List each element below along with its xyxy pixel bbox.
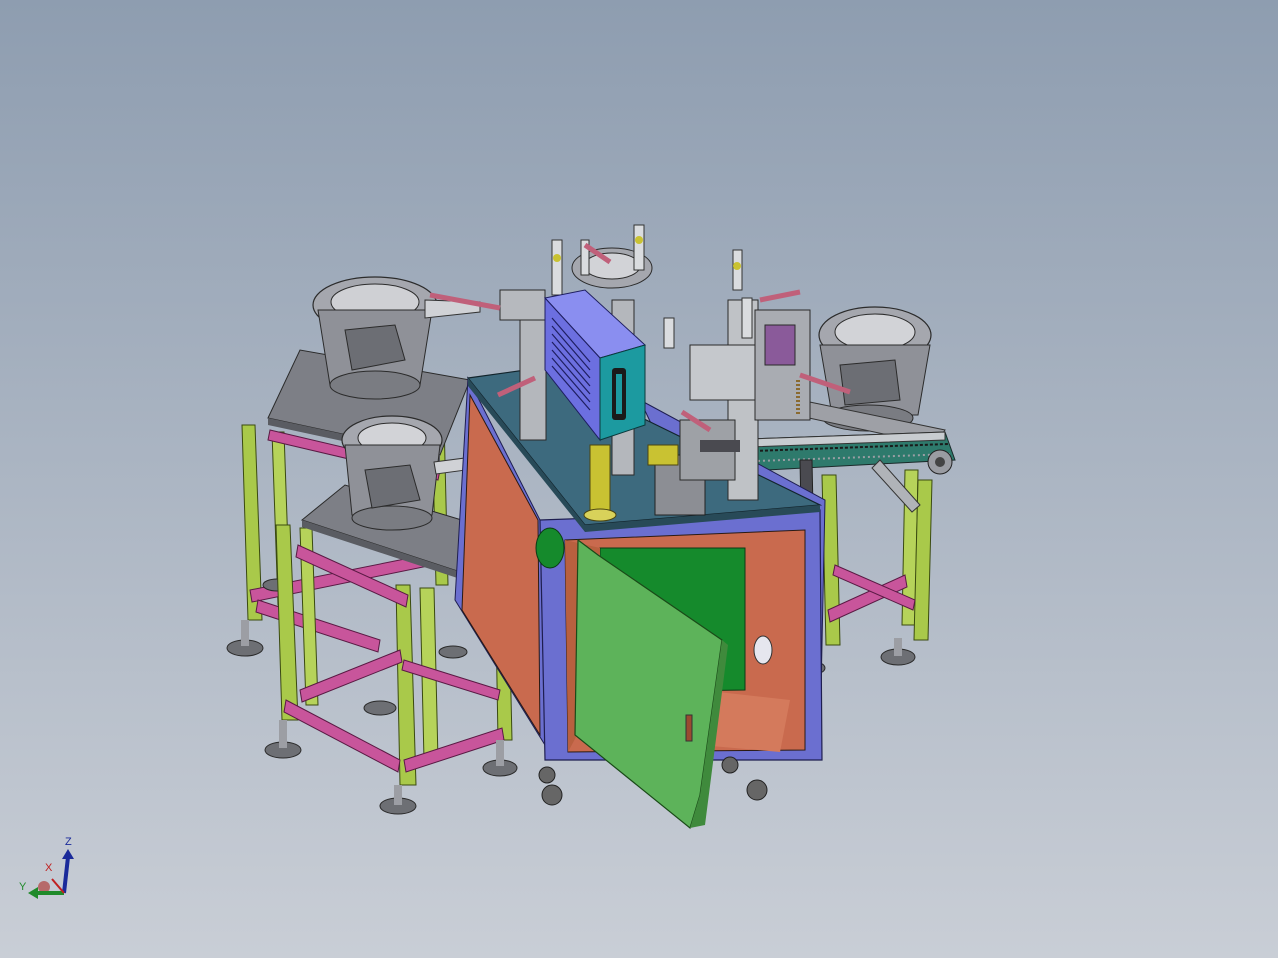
z-axis-label: Z [65,836,72,848]
cad-viewport[interactable]: Z X Y [0,0,1278,958]
assembly-model[interactable] [0,0,1278,958]
x-axis-line [51,878,65,894]
z-axis-line [62,856,70,894]
coordinate-triad: Z X Y [10,835,90,915]
triad-axes [28,849,74,899]
y-axis-label: Y [19,881,27,893]
x-axis-label: X [45,862,53,874]
y-axis-arrow-icon [28,887,38,899]
z-axis-arrow-icon [62,849,74,859]
